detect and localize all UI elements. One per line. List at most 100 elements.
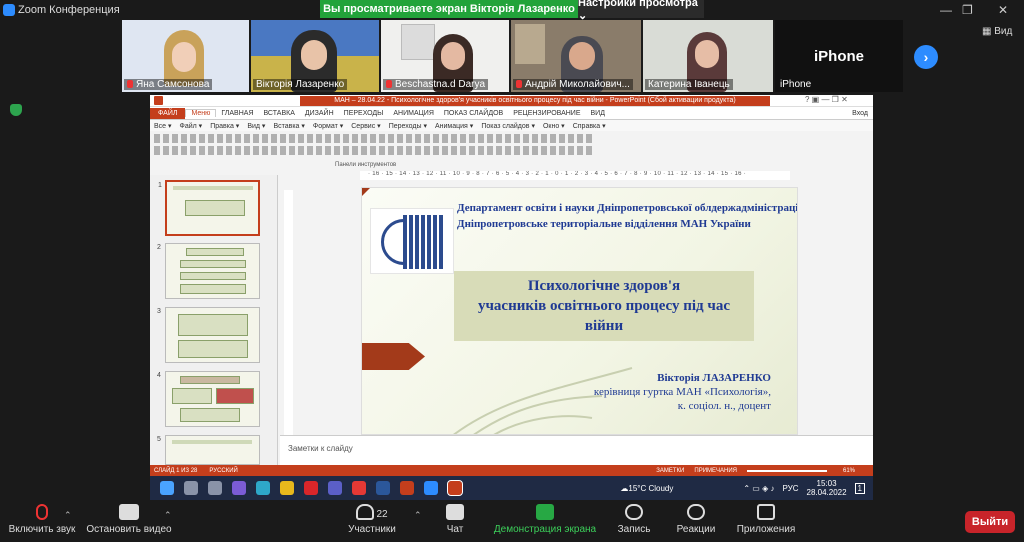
tab-menu[interactable]: Меню: [185, 109, 217, 117]
share-screen-button[interactable]: Демонстрация экрана: [492, 504, 598, 535]
menu-help[interactable]: Справка ▾: [569, 122, 610, 130]
next-page-button[interactable]: ›: [914, 45, 938, 69]
arrow-decoration: [362, 343, 425, 370]
yandex-icon[interactable]: [352, 481, 366, 495]
record-button[interactable]: Запись: [614, 504, 654, 535]
notes-placeholder: Заметки к слайду: [288, 444, 353, 453]
notes-toggle[interactable]: ЗАМЕТКИ: [656, 468, 684, 474]
zoom-level[interactable]: 61%: [843, 468, 855, 474]
leave-button[interactable]: Выйти: [965, 511, 1015, 533]
comments-toggle[interactable]: ПРИМЕЧАНИЯ: [694, 468, 737, 474]
tab-review[interactable]: РЕЦЕНЗИРОВАНИЕ: [508, 110, 585, 117]
close-button[interactable]: ✕: [998, 3, 1008, 17]
apps-button[interactable]: Приложения: [734, 504, 798, 535]
menu-transitions[interactable]: Переходы ▾: [385, 122, 431, 130]
participant-tile[interactable]: Вікторія Лазаренко: [251, 20, 379, 92]
chat-button[interactable]: Чат: [440, 504, 470, 535]
opera-icon[interactable]: [304, 481, 318, 495]
notifications-icon[interactable]: 1: [854, 482, 865, 494]
video-button[interactable]: Остановить видео: [86, 504, 172, 535]
participants-button[interactable]: 22 Участники: [344, 504, 400, 535]
tab-view[interactable]: ВИД: [586, 110, 610, 117]
start-icon[interactable]: [160, 481, 174, 495]
view-settings-button[interactable]: Настройки просмотра ⌄: [578, 0, 704, 22]
author-role: керівниця гуртка МАН «Психологія»,: [593, 386, 771, 398]
menu-all[interactable]: Все ▾: [150, 122, 176, 130]
clock[interactable]: 15:03 28.04.2022: [807, 479, 847, 497]
notes-pane[interactable]: Заметки к слайду: [280, 435, 873, 465]
menu-window[interactable]: Окно ▾: [539, 122, 569, 130]
slide-thumbnails: 1 2 3 4 5: [150, 175, 278, 465]
powerpoint-app-icon[interactable]: [447, 480, 463, 496]
weather[interactable]: 15°C Cloudy: [628, 484, 673, 493]
slide-thumb-5[interactable]: 5: [157, 435, 260, 465]
participant-name: Андрій Миколайович...: [513, 79, 633, 90]
tray-icons[interactable]: ⌃ ▭ ◈ ♪: [743, 484, 774, 493]
tab-design[interactable]: ДИЗАЙН: [300, 110, 339, 117]
video-options-caret[interactable]: ⌃: [164, 510, 172, 521]
participants-caret[interactable]: ⌃: [414, 510, 422, 521]
word-icon[interactable]: [376, 481, 390, 495]
menu-slideshow[interactable]: Показ слайдов ▾: [477, 122, 539, 130]
task-view-icon[interactable]: [208, 481, 222, 495]
participants-icon: [356, 504, 375, 520]
zoom-app-icon[interactable]: [424, 481, 438, 495]
participant-tile[interactable]: Катерина Іванець: [643, 20, 773, 92]
corner-decoration: [362, 188, 370, 198]
participant-name: Вікторія Лазаренко: [253, 79, 348, 90]
slide-thumb-4[interactable]: 4: [157, 371, 260, 427]
participant-tile[interactable]: Яна Самсонова: [122, 20, 249, 92]
menu-tools[interactable]: Сервис ▾: [347, 122, 384, 130]
tab-home[interactable]: ГЛАВНАЯ: [216, 110, 258, 117]
menu-file[interactable]: Файл ▾: [176, 122, 207, 130]
view-button[interactable]: ▦ Вид: [982, 26, 1012, 37]
tab-file[interactable]: ФАЙЛ: [150, 107, 186, 119]
slide-counter: СЛАЙД 1 ИЗ 28: [154, 467, 198, 474]
toolbar-row-1[interactable]: [154, 134, 594, 143]
share-arrow-icon: [536, 504, 554, 520]
participant-name: Beschastna.d Darya: [383, 79, 489, 90]
mic-muted-icon: [386, 80, 392, 88]
toolbar-panel-label: Панели инструментов: [335, 162, 397, 168]
zoom-slider[interactable]: [746, 469, 827, 472]
search-icon[interactable]: [184, 481, 198, 495]
tab-transitions[interactable]: ПЕРЕХОДЫ: [339, 110, 389, 117]
participant-tile[interactable]: iPhone iPhone: [775, 20, 903, 92]
slide-thumb-1[interactable]: 1: [158, 180, 260, 236]
mic-muted-icon: [127, 80, 133, 88]
participant-tile[interactable]: Андрій Миколайович...: [511, 20, 641, 92]
menu-format[interactable]: Формат ▾: [309, 122, 347, 130]
login-link[interactable]: Вход: [847, 110, 873, 117]
teams-chat-icon[interactable]: [328, 481, 342, 495]
explorer-icon[interactable]: [280, 481, 294, 495]
audio-options-caret[interactable]: ⌃: [64, 510, 72, 521]
menu-edit[interactable]: Правка ▾: [206, 122, 243, 130]
app-title: Zoom Конференция: [18, 4, 120, 16]
minimize-button[interactable]: —: [940, 3, 952, 17]
tab-slideshow[interactable]: ПОКАЗ СЛАЙДОВ: [439, 110, 508, 117]
menu-view[interactable]: Вид ▾: [243, 122, 269, 130]
edge-icon[interactable]: [256, 481, 270, 495]
slide-canvas[interactable]: Департамент освіти і науки Дніпропетровс…: [361, 187, 798, 435]
record-icon: [625, 504, 643, 520]
wall-frame: [515, 24, 545, 64]
slide-thumb-2[interactable]: 2: [157, 243, 260, 299]
teams-icon[interactable]: [232, 481, 246, 495]
slide-thumb-3[interactable]: 3: [157, 307, 260, 363]
participant-tile[interactable]: Beschastna.d Darya: [381, 20, 509, 92]
classic-menubar: Все ▾ Файл ▾ Правка ▾ Вид ▾ Вставка ▾ Фо…: [150, 120, 873, 131]
ppt-window-controls[interactable]: ? ▣ — ❐ ✕: [805, 95, 848, 104]
toolbar-row-2[interactable]: [154, 146, 594, 155]
language-indicator[interactable]: РУССКИЙ: [209, 468, 237, 474]
keyboard-language[interactable]: РУС: [782, 484, 798, 493]
onenote-icon[interactable]: [400, 481, 414, 495]
tab-animation[interactable]: АНИМАЦИЯ: [388, 110, 439, 117]
reactions-button[interactable]: Реакции: [674, 504, 718, 535]
menu-insert[interactable]: Вставка ▾: [269, 122, 308, 130]
avatar-face: [301, 40, 327, 70]
tab-insert[interactable]: ВСТАВКА: [259, 110, 300, 117]
encryption-shield-icon[interactable]: [10, 104, 22, 116]
maximize-button[interactable]: ❐: [962, 3, 973, 17]
menu-animation[interactable]: Анимация ▾: [431, 122, 477, 130]
system-tray: ☁ 15°C Cloudy ⌃ ▭ ◈ ♪ РУС 15:03 28.04.202…: [620, 476, 865, 500]
